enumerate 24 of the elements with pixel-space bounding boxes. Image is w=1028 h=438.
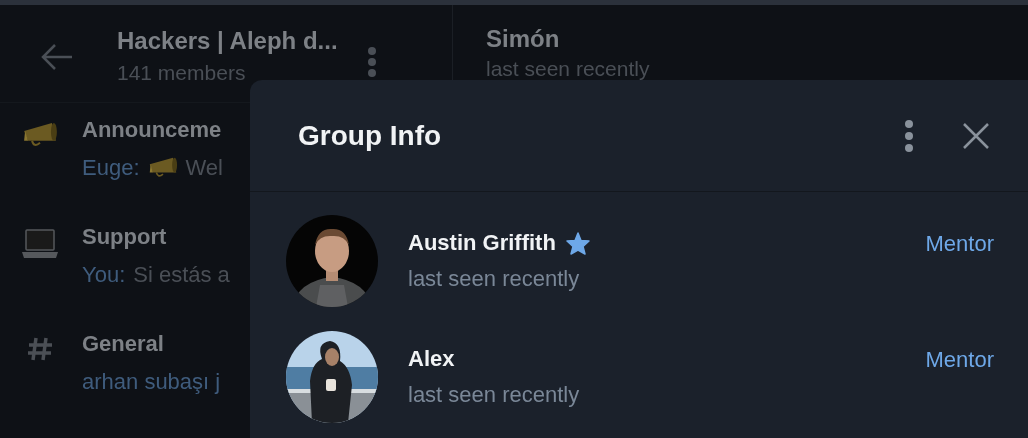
dialog-title: Group Info (298, 119, 443, 152)
message-preview: Si estás a (133, 262, 230, 288)
topic-title[interactable]: Announceme (82, 117, 223, 143)
message-preview: Wel (185, 155, 223, 181)
member-name[interactable]: Alex (408, 346, 455, 372)
member-count: 141 members (117, 61, 247, 85)
sender-name: arhan subaşı j (82, 369, 221, 395)
close-icon (962, 121, 990, 150)
member-role: Mentor (925, 231, 994, 257)
laptop-icon (22, 228, 58, 260)
more-icon (904, 119, 914, 152)
hashtag-icon (26, 335, 54, 363)
topic-title[interactable]: Support (82, 224, 230, 250)
member-name[interactable]: Austin Griffith (408, 230, 556, 256)
member-status: last seen recently (408, 266, 581, 292)
group-title: Hackers | Aleph d... (117, 27, 339, 55)
member-status: last seen recently (408, 382, 581, 408)
sender-name: Euge: (82, 155, 140, 181)
chat-status: last seen recently (486, 57, 651, 81)
chat-title: Simón (486, 25, 561, 53)
topic-title[interactable]: General (82, 331, 221, 357)
member-role: Mentor (925, 347, 994, 373)
megaphone-icon (147, 156, 178, 180)
sender-name: You: (82, 262, 126, 288)
